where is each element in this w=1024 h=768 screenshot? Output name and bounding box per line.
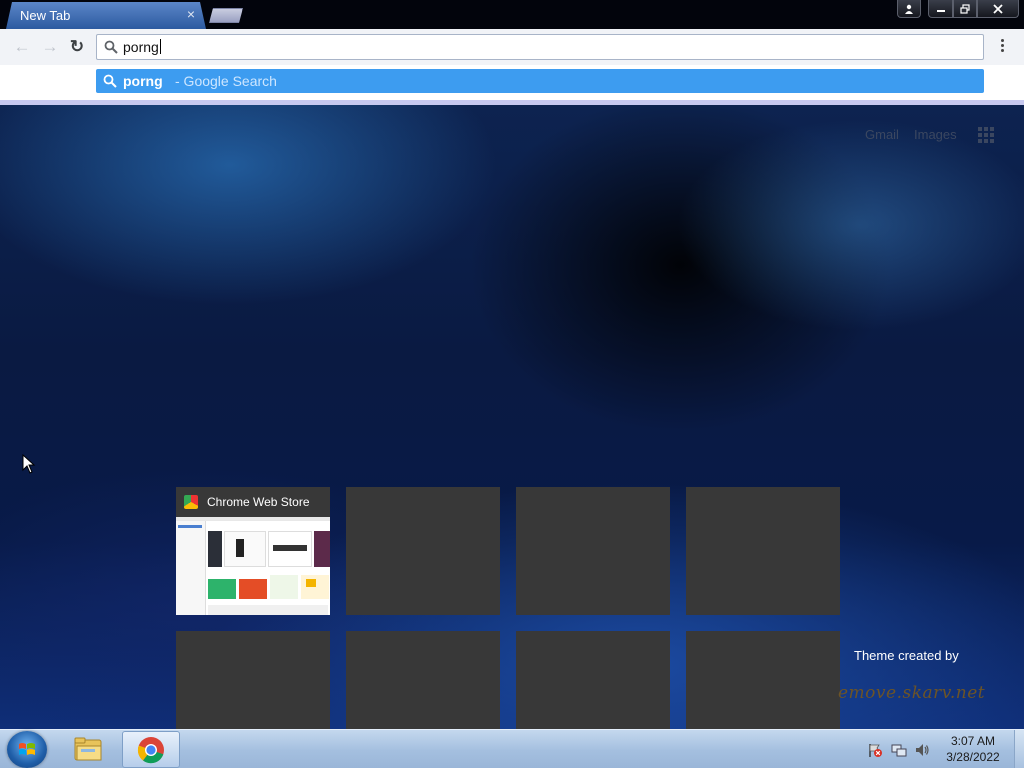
new-tab-button[interactable] bbox=[209, 8, 243, 23]
theme-credit-text: Theme created by bbox=[854, 648, 959, 663]
close-window-button[interactable] bbox=[977, 0, 1019, 18]
images-link[interactable]: Images bbox=[914, 127, 957, 142]
restore-icon bbox=[960, 4, 970, 14]
title-bar: New Tab × bbox=[0, 0, 1024, 29]
toolbar: ← → ↻ porng bbox=[0, 29, 1024, 65]
suggestion-google-search[interactable]: porng - Google Search bbox=[96, 69, 984, 93]
omnibox-dropdown: porng - Google Search bbox=[0, 65, 1024, 105]
new-tab-page: Gmail Images Chrome Web Store Theme crea… bbox=[0, 105, 1024, 729]
theme-author-url: emove.skarv.net bbox=[838, 683, 986, 703]
reload-button[interactable]: ↻ bbox=[67, 37, 87, 57]
volume-icon[interactable] bbox=[914, 742, 930, 758]
search-icon bbox=[104, 40, 118, 54]
mouse-cursor-icon bbox=[22, 454, 36, 474]
clock-time: 3:07 AM bbox=[950, 734, 996, 748]
search-icon bbox=[103, 74, 117, 88]
restore-button[interactable] bbox=[953, 0, 977, 18]
close-icon bbox=[993, 4, 1003, 14]
tab-new-tab[interactable]: New Tab × bbox=[6, 2, 206, 29]
most-visited-tile[interactable] bbox=[516, 487, 670, 615]
most-visited-tile[interactable] bbox=[346, 487, 500, 615]
folder-icon bbox=[74, 737, 102, 761]
apps-grid-icon[interactable] bbox=[978, 127, 994, 143]
clock-date: 3/28/2022 bbox=[946, 750, 1000, 764]
most-visited-tile[interactable] bbox=[346, 631, 500, 729]
most-visited-tile-chrome-web-store[interactable]: Chrome Web Store bbox=[176, 487, 330, 615]
back-button[interactable]: ← bbox=[12, 37, 32, 57]
minimize-button[interactable] bbox=[928, 0, 953, 18]
taskbar-file-explorer[interactable] bbox=[60, 731, 118, 768]
chrome-web-store-icon bbox=[184, 495, 198, 509]
system-clock[interactable]: 3:07 AM 3/28/2022 bbox=[936, 733, 1010, 765]
suggestion-engine: - Google Search bbox=[175, 73, 277, 89]
taskbar: 3:07 AM 3/28/2022 bbox=[0, 729, 1024, 768]
show-desktop-button[interactable] bbox=[1014, 730, 1024, 768]
most-visited-tile[interactable] bbox=[516, 631, 670, 729]
chrome-menu-button[interactable] bbox=[994, 37, 1010, 57]
suggestion-query: porng bbox=[123, 73, 163, 89]
tile-thumbnail bbox=[176, 517, 330, 615]
start-button[interactable] bbox=[7, 731, 47, 768]
tab-close-icon[interactable]: × bbox=[183, 6, 199, 22]
windows-logo-icon bbox=[19, 743, 35, 755]
tab-title: New Tab bbox=[20, 8, 71, 23]
address-bar-text: porng bbox=[123, 39, 161, 55]
taskbar-chrome[interactable] bbox=[122, 731, 180, 768]
tile-title: Chrome Web Store bbox=[207, 495, 310, 509]
gmail-link[interactable]: Gmail bbox=[865, 127, 899, 142]
most-visited-tile[interactable] bbox=[686, 631, 840, 729]
action-center-flag-icon[interactable] bbox=[867, 742, 883, 758]
tile-header: Chrome Web Store bbox=[176, 487, 330, 517]
minimize-icon bbox=[936, 10, 945, 12]
chrome-icon bbox=[137, 737, 164, 764]
network-icon[interactable] bbox=[891, 742, 907, 758]
most-visited-tile[interactable] bbox=[176, 631, 330, 729]
profile-button[interactable] bbox=[897, 0, 921, 18]
profile-icon bbox=[905, 4, 913, 14]
forward-button[interactable]: → bbox=[40, 37, 60, 57]
address-bar[interactable]: porng bbox=[96, 34, 984, 60]
most-visited-tile[interactable] bbox=[686, 487, 840, 615]
